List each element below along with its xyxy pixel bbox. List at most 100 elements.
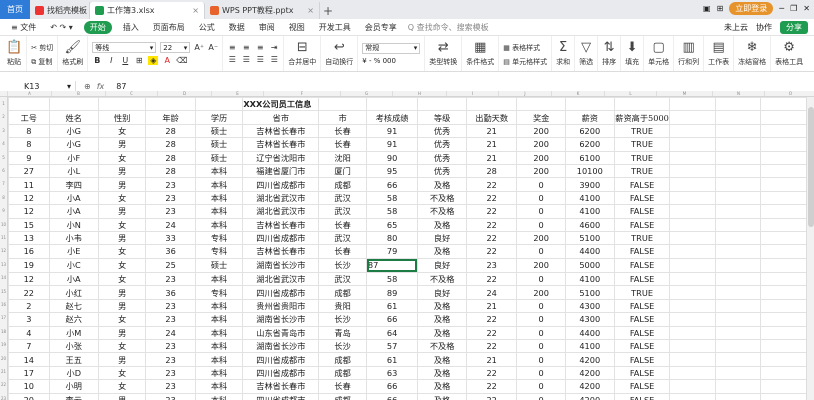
shrink-font-icon[interactable]: A⁻ — [208, 43, 218, 52]
cell[interactable]: 本科 — [194, 325, 244, 341]
cell[interactable]: 优秀 — [417, 137, 467, 152]
menu-insert[interactable]: 插入 — [116, 22, 146, 33]
home-tab[interactable]: 首页 — [0, 0, 30, 19]
cell[interactable] — [669, 285, 716, 300]
cell[interactable] — [48, 96, 99, 112]
cell[interactable]: 4200 — [564, 365, 615, 381]
menu-start[interactable]: 开始 — [83, 20, 112, 34]
column-header[interactable]: D — [158, 91, 212, 96]
cell[interactable]: 男 — [97, 352, 147, 367]
cell[interactable]: 湖南省长沙市 — [242, 257, 320, 274]
row-header[interactable]: 15 — [0, 284, 8, 298]
cell[interactable]: 23 — [145, 204, 196, 219]
column-header[interactable]: M — [657, 91, 713, 96]
cell[interactable]: 22 — [465, 392, 518, 400]
menu-member[interactable]: 会员专享 — [358, 22, 404, 33]
header-cell[interactable]: 考核成绩 — [365, 110, 419, 125]
column-header[interactable]: N — [713, 91, 765, 96]
cell[interactable]: 本科 — [194, 365, 244, 381]
cell[interactable]: 87 — [366, 258, 418, 273]
cell[interactable]: 小张 — [48, 339, 99, 354]
cell[interactable]: 湖北省武汉市 — [242, 190, 320, 206]
cell[interactable]: 湖北省武汉市 — [242, 272, 320, 287]
cell[interactable]: 13 — [8, 230, 50, 246]
cell[interactable]: 28 — [145, 163, 196, 179]
cell[interactable]: FALSE — [613, 177, 671, 192]
column-header[interactable]: K — [552, 91, 605, 96]
cell[interactable]: 200 — [516, 163, 566, 179]
cell[interactable]: 22 — [465, 325, 518, 341]
cell[interactable] — [417, 96, 467, 112]
cell[interactable]: 及格 — [417, 352, 467, 367]
cell[interactable]: 及格 — [417, 365, 467, 381]
cell[interactable]: 小A — [48, 272, 99, 287]
cell[interactable]: 优秀 — [417, 123, 467, 139]
cell[interactable]: 女 — [97, 379, 147, 394]
header-cell[interactable]: 出勤天数 — [465, 110, 518, 125]
cell[interactable] — [669, 257, 716, 274]
header-cell[interactable]: 工号 — [8, 110, 50, 125]
cell[interactable]: 山东省青岛市 — [242, 325, 320, 341]
cell[interactable]: 11 — [8, 177, 50, 192]
cell[interactable]: 58 — [365, 272, 419, 287]
header-cell[interactable]: 省市 — [242, 110, 320, 125]
cell[interactable] — [669, 137, 716, 152]
share-button[interactable]: 分享 — [780, 21, 808, 34]
cell[interactable] — [714, 339, 762, 354]
cell[interactable] — [669, 379, 716, 394]
cell[interactable]: 沈阳 — [318, 150, 367, 165]
cell[interactable]: 23 — [145, 190, 196, 206]
cell[interactable] — [714, 150, 762, 165]
cell[interactable]: 小M — [48, 325, 99, 341]
cell[interactable]: 10 — [8, 379, 50, 394]
cell[interactable]: 长春 — [318, 217, 367, 232]
cell[interactable]: 90 — [365, 150, 419, 165]
cell[interactable]: 28 — [145, 123, 196, 139]
cell[interactable]: 长沙 — [318, 312, 367, 327]
cell[interactable]: 女 — [97, 190, 147, 206]
cell[interactable] — [714, 272, 762, 287]
cell[interactable] — [465, 96, 518, 112]
cell[interactable]: 及格 — [417, 298, 467, 314]
cell[interactable]: 95 — [365, 163, 419, 179]
cell[interactable] — [97, 96, 147, 112]
cell[interactable] — [714, 244, 762, 259]
column-header[interactable]: J — [499, 91, 552, 96]
cloud-status[interactable]: 未上云 — [724, 22, 748, 33]
cell[interactable]: 小A — [48, 204, 99, 219]
fill-button[interactable]: ⬇ 填充 — [621, 36, 645, 71]
cell[interactable]: 女 — [97, 257, 147, 274]
cell[interactable] — [669, 230, 716, 246]
cell[interactable]: 23 — [145, 379, 196, 394]
cell[interactable]: 4 — [8, 325, 50, 341]
row-header[interactable]: 4 — [0, 137, 8, 151]
cell[interactable]: 22 — [465, 217, 518, 232]
cell[interactable]: 本科 — [194, 217, 244, 232]
cell[interactable]: FALSE — [613, 217, 671, 232]
row-header[interactable]: 7 — [0, 177, 8, 191]
cell[interactable]: 22 — [465, 244, 518, 259]
cell[interactable]: 36 — [145, 244, 196, 259]
cell[interactable]: 12 — [8, 272, 50, 287]
row-header[interactable]: 19 — [0, 338, 8, 352]
cell[interactable]: 优秀 — [417, 163, 467, 179]
italic-button[interactable]: I — [106, 56, 116, 65]
login-button[interactable]: 立即登录 — [729, 2, 774, 15]
cell[interactable]: 63 — [365, 365, 419, 381]
cell[interactable]: 小A — [48, 190, 99, 206]
cell[interactable]: TRUE — [613, 285, 671, 300]
cell[interactable]: 吉林省长春市 — [242, 217, 320, 232]
cell[interactable]: 21 — [465, 150, 518, 165]
eraser-icon[interactable]: ⌫ — [176, 56, 187, 65]
type-convert-button[interactable]: ⇄ 类型转换 — [425, 36, 463, 71]
cell[interactable]: 3900 — [564, 177, 615, 192]
cell[interactable]: 专科 — [194, 230, 244, 246]
cell[interactable]: 21 — [465, 352, 518, 367]
currency-percent-buttons[interactable]: ¥ - % 000 — [362, 57, 396, 65]
cell[interactable]: 4300 — [564, 312, 615, 327]
cell[interactable]: 女 — [97, 244, 147, 259]
cell[interactable]: 15 — [8, 217, 50, 232]
font-size-select[interactable]: 22 ▾ — [160, 42, 191, 53]
cell[interactable]: FALSE — [613, 379, 671, 394]
cell[interactable]: 男 — [97, 230, 147, 246]
